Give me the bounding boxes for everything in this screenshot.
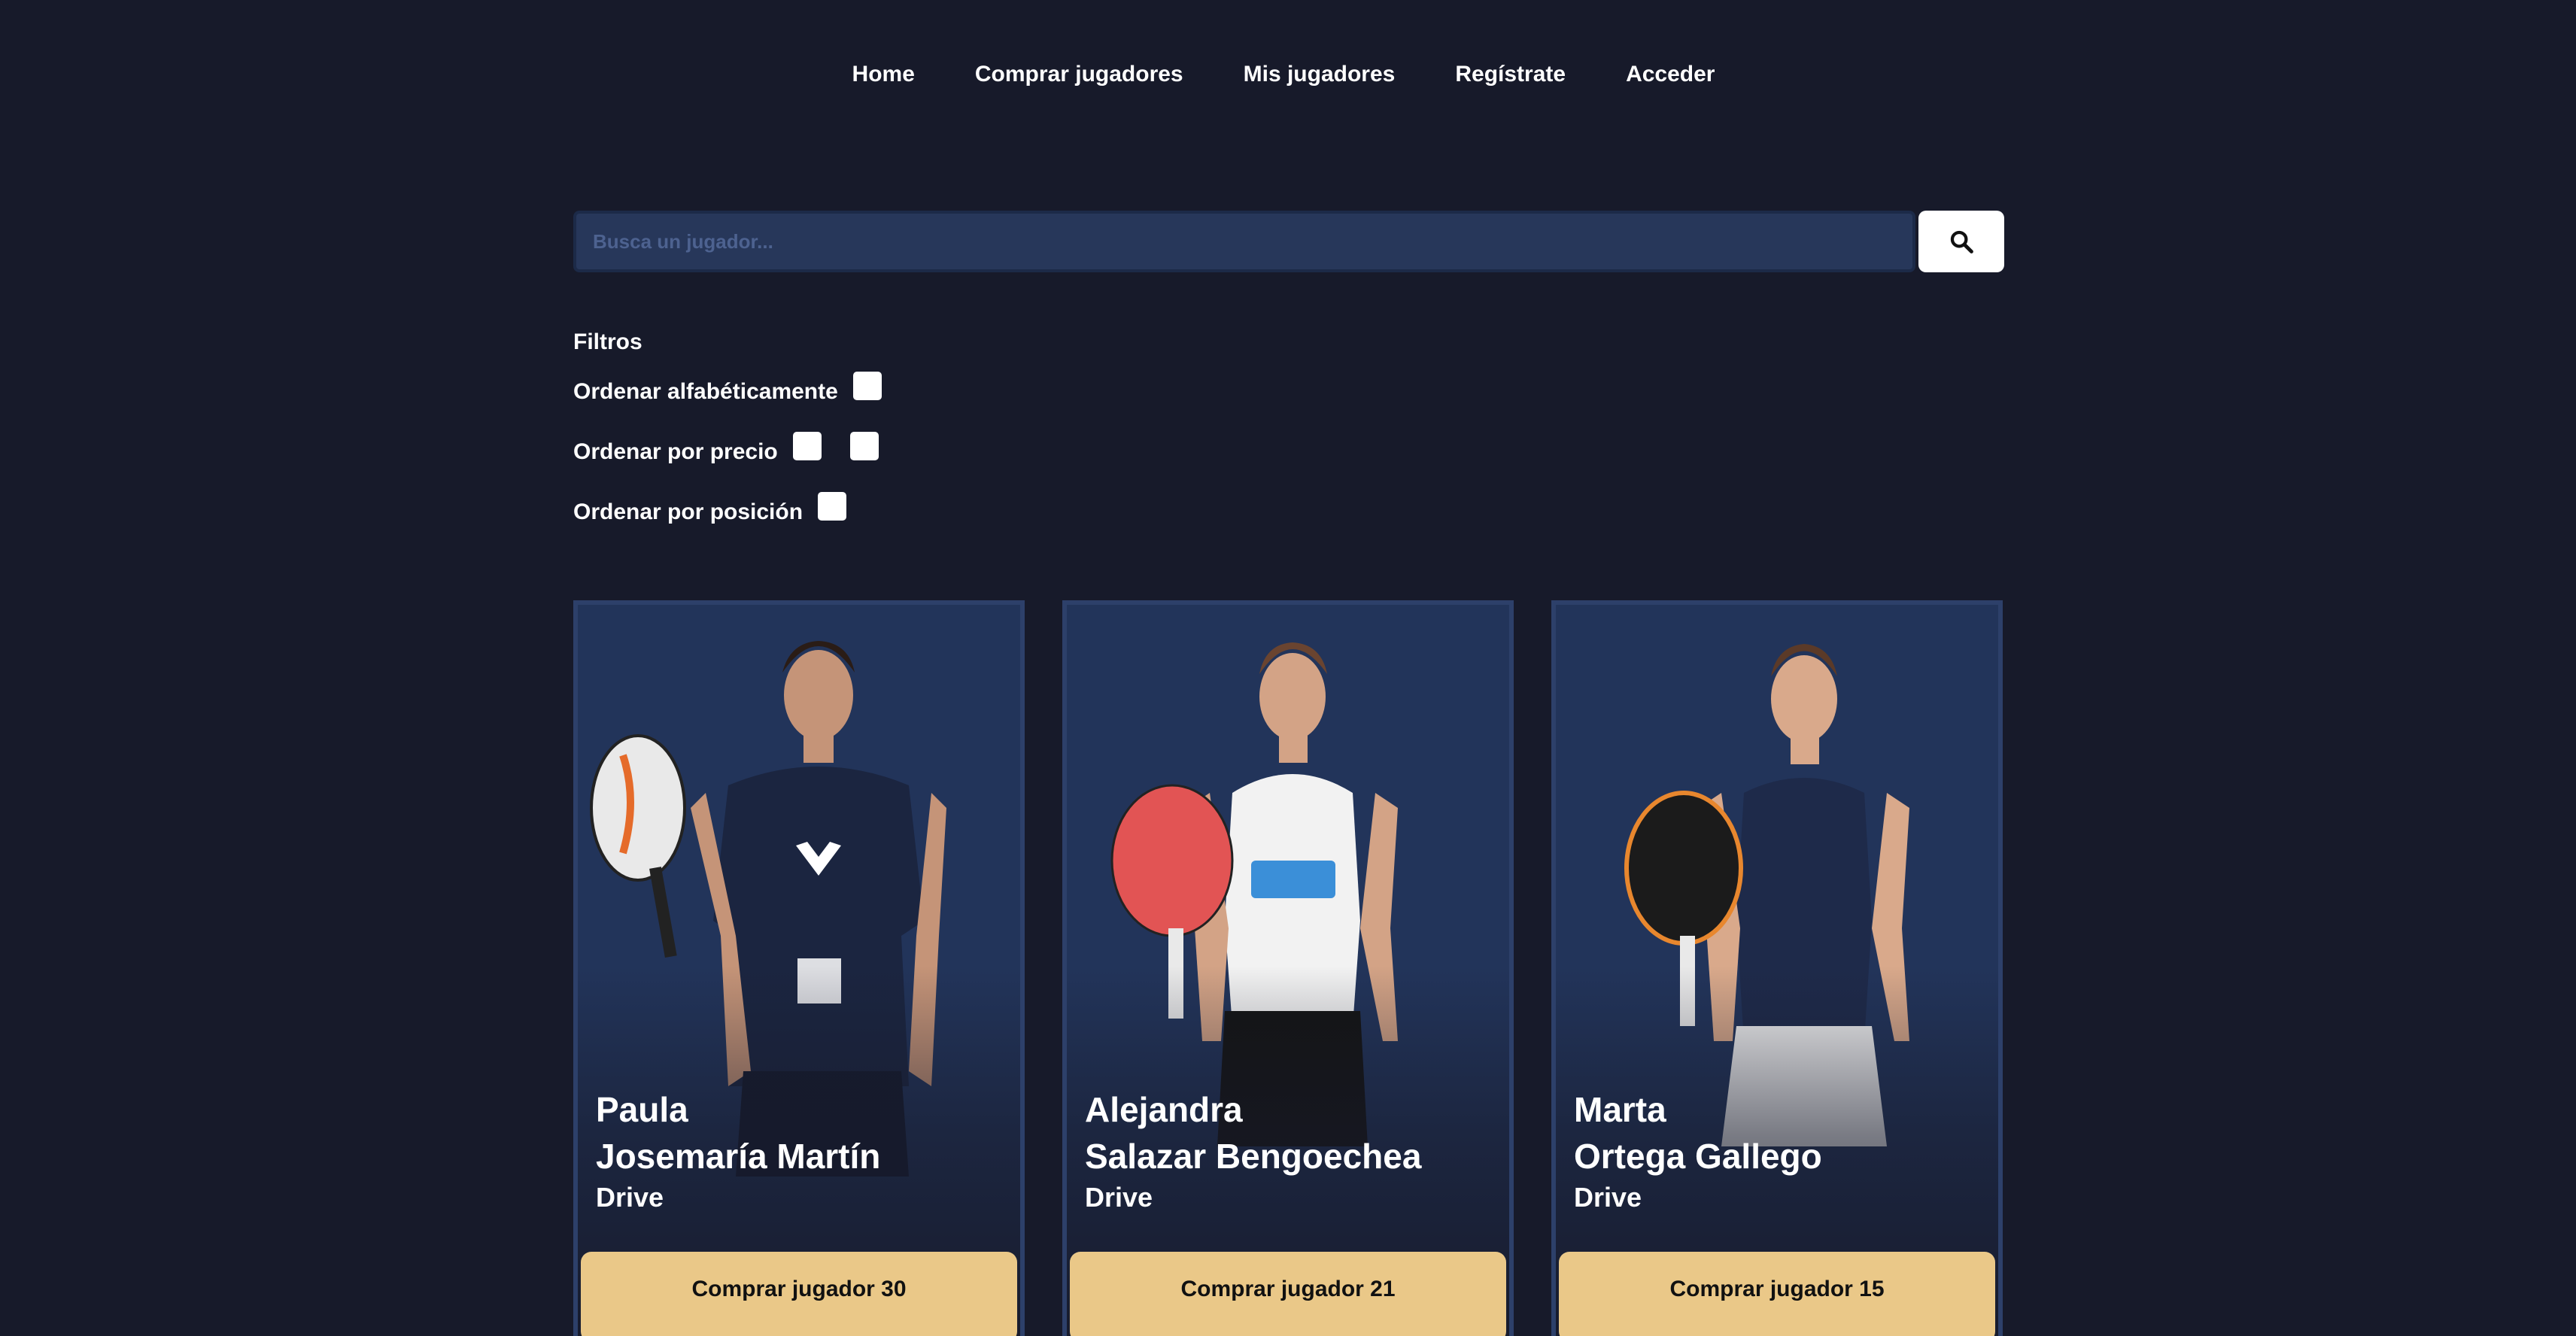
search-button[interactable]	[1918, 211, 2004, 272]
player-info: Alejandra Salazar Bengoechea Drive	[1085, 1086, 1421, 1216]
player-info: Paula Josemaría Martín Drive	[596, 1086, 880, 1216]
nav-register-link[interactable]: Regístrate	[1455, 59, 1566, 90]
player-last-name: Josemaría Martín	[596, 1137, 881, 1176]
filters-title: Filtros	[573, 329, 642, 354]
nav-home-link[interactable]: Home	[852, 59, 915, 90]
player-first-name: Paula	[596, 1090, 688, 1129]
filters-panel: Filtros Ordenar alfabéticamente Ordenar …	[573, 329, 913, 551]
search-input[interactable]	[573, 211, 1915, 272]
search-icon	[1950, 230, 1973, 254]
top-nav: Home Comprar jugadores Mis jugadores Reg…	[0, 59, 2576, 90]
filter-position: Ordenar por posición	[573, 490, 913, 534]
player-position: Drive	[1574, 1182, 1642, 1213]
filter-alphabetical-checkbox[interactable]	[852, 372, 882, 400]
filter-alphabetical-label: Ordenar alfabéticamente	[573, 379, 838, 404]
page: Home Comprar jugadores Mis jugadores Reg…	[0, 0, 2576, 1336]
search-bar	[573, 211, 2004, 272]
filter-price-label: Ordenar por precio	[573, 439, 778, 464]
filter-position-checkbox[interactable]	[818, 492, 847, 521]
player-first-name: Marta	[1574, 1090, 1666, 1129]
buy-player-button[interactable]: Comprar jugador 15	[1559, 1252, 1995, 1336]
filter-alphabetical: Ordenar alfabéticamente	[573, 370, 913, 414]
nav-buy-players-link[interactable]: Comprar jugadores	[975, 59, 1183, 90]
player-position: Drive	[1085, 1182, 1153, 1213]
filter-position-label: Ordenar por posición	[573, 499, 803, 524]
player-card: Alejandra Salazar Bengoechea Drive Compr…	[1062, 600, 1514, 1336]
player-info: Marta Ortega Gallego Drive	[1574, 1086, 1822, 1216]
player-card: Paula Josemaría Martín Drive Comprar jug…	[573, 600, 1025, 1336]
filter-price-checkbox-2[interactable]	[849, 432, 879, 460]
nav-links: Home Comprar jugadores Mis jugadores Reg…	[852, 59, 1715, 90]
buy-player-button[interactable]: Comprar jugador 21	[1070, 1252, 1506, 1336]
player-first-name: Alejandra	[1085, 1090, 1243, 1129]
player-last-name: Ortega Gallego	[1574, 1137, 1822, 1176]
filter-price-checkbox-1[interactable]	[792, 432, 822, 460]
player-last-name: Salazar Bengoechea	[1085, 1137, 1422, 1176]
player-cards: Paula Josemaría Martín Drive Comprar jug…	[573, 600, 2004, 1336]
nav-my-players-link[interactable]: Mis jugadores	[1244, 59, 1396, 90]
player-position: Drive	[596, 1182, 664, 1213]
buy-player-button[interactable]: Comprar jugador 30	[581, 1252, 1017, 1336]
nav-login-link[interactable]: Acceder	[1626, 59, 1715, 90]
player-card: Marta Ortega Gallego Drive Comprar jugad…	[1551, 600, 2003, 1336]
filter-price: Ordenar por precio	[573, 430, 913, 474]
